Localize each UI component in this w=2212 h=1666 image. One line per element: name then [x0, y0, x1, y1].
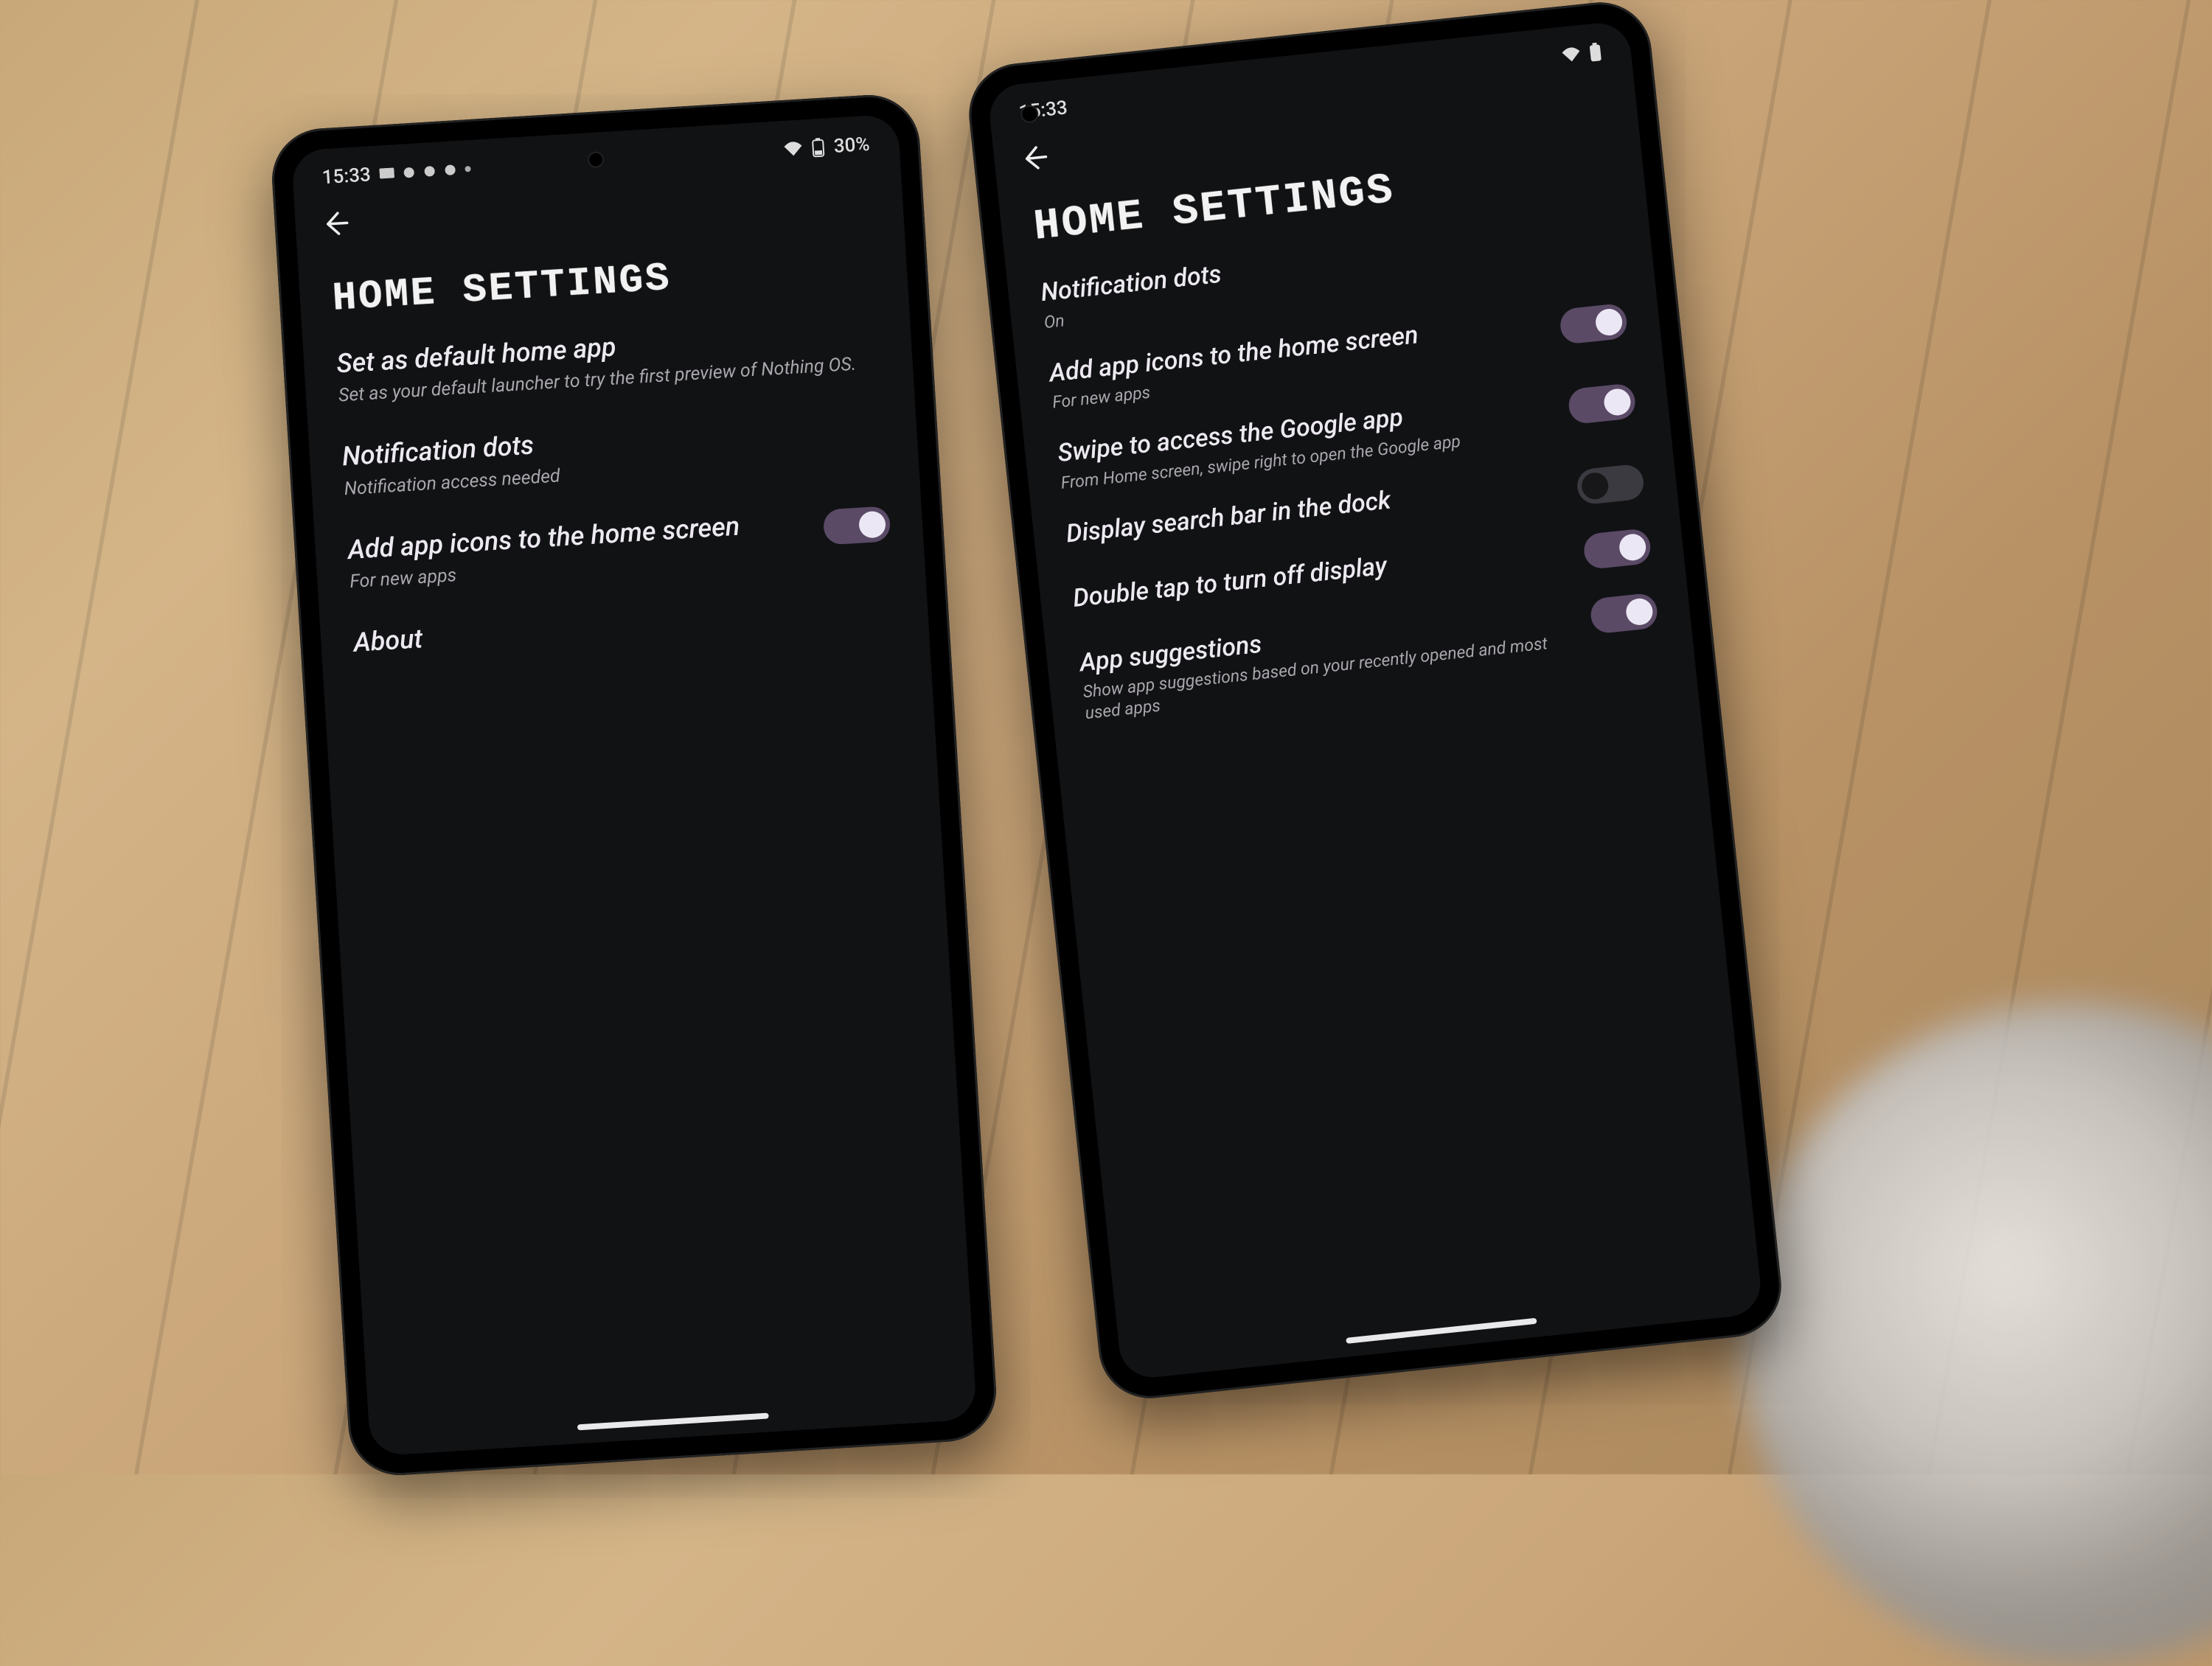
- status-message-icon: [379, 167, 394, 180]
- status-app-icon-2: [423, 165, 436, 178]
- gesture-nav-bar[interactable]: [1346, 1318, 1537, 1344]
- settings-list: Notification dots On Add app icons to th…: [1007, 215, 1695, 728]
- phone-device-right: 15:33 HOME SETTINGS Notification dots: [964, 0, 1786, 1404]
- phone-device-left: 15:33: [269, 92, 999, 1478]
- phone-left-screen: 15:33: [291, 114, 978, 1457]
- toggle-search-bar-dock[interactable]: [1576, 463, 1646, 505]
- toggle-swipe-google[interactable]: [1567, 383, 1637, 425]
- setting-about[interactable]: About: [352, 594, 896, 659]
- setting-add-app-icons[interactable]: Add app icons to the home screen For new…: [347, 501, 893, 593]
- toggle-app-suggestions[interactable]: [1589, 592, 1659, 634]
- toggle-add-app-icons[interactable]: [1559, 302, 1629, 344]
- foreground-blur-object: [1740, 1003, 2212, 1666]
- status-time: 15:33: [321, 164, 372, 189]
- status-more-dot: [465, 166, 470, 172]
- phone-right-screen: 15:33 HOME SETTINGS Notification dots: [987, 20, 1764, 1381]
- battery-icon: [1588, 42, 1602, 63]
- wifi-icon: [1561, 46, 1582, 63]
- status-app-icon-3: [444, 164, 456, 176]
- wifi-icon: [783, 141, 803, 157]
- battery-icon: [811, 138, 826, 158]
- setting-label: About: [352, 594, 896, 659]
- setting-notification-dots[interactable]: Notification dots Notification access ne…: [341, 408, 887, 501]
- back-button[interactable]: [321, 209, 349, 237]
- toggle-add-app-icons[interactable]: [823, 506, 891, 545]
- toggle-double-tap-off[interactable]: [1582, 528, 1652, 570]
- back-button[interactable]: [1020, 144, 1049, 173]
- status-app-icon: [403, 167, 415, 179]
- gesture-nav-bar[interactable]: [577, 1412, 769, 1430]
- settings-list: Set as default home app Set as your defa…: [303, 313, 928, 661]
- battery-percentage: 30%: [833, 133, 870, 158]
